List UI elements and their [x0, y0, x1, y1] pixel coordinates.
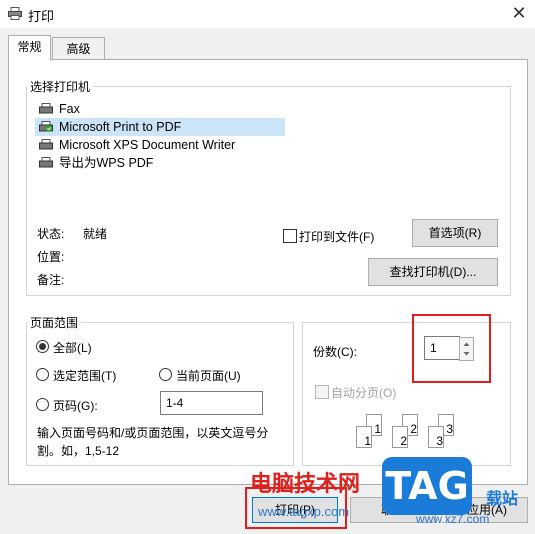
printer-name: Fax — [59, 102, 80, 116]
watermark-url: www.tagxp.com — [258, 504, 350, 519]
printer-item-microsoft-print-to-pdf[interactable]: Microsoft Print to PDF — [35, 118, 285, 136]
pages-input[interactable]: 1-4 — [160, 391, 263, 415]
tab-advanced[interactable]: 高级 — [52, 37, 105, 60]
page-range-hint: 输入页面号码和/或页面范围，以英文逗号分割。如，1,5-12 — [37, 426, 269, 458]
all-pages-radio[interactable] — [36, 340, 49, 353]
collate-label: 自动分页(O) — [331, 386, 397, 400]
printer-item-fax[interactable]: Fax — [35, 100, 285, 118]
status-value: 就绪 — [83, 227, 108, 241]
printer-name: Microsoft XPS Document Writer — [59, 138, 236, 152]
current-page-label: 当前页面(U) — [176, 369, 241, 383]
printer-list[interactable]: Fax Microsoft Print to PDF Microsoft XPS… — [35, 100, 285, 215]
watermark-url-2: www.xz7.com — [416, 512, 490, 526]
selection-radio[interactable] — [36, 368, 49, 381]
default-printer-icon — [39, 121, 53, 132]
location-label: 位置: — [37, 250, 65, 264]
printer-name: 导出为WPS PDF — [59, 156, 154, 170]
collate-illustration: 1 1 2 2 3 3 — [356, 414, 486, 450]
current-page-radio[interactable] — [159, 368, 172, 381]
close-icon[interactable]: ✕ — [510, 3, 528, 23]
printer-icon — [39, 157, 53, 168]
title-bar — [0, 0, 535, 28]
printer-item-wps-pdf[interactable]: 导出为WPS PDF — [35, 154, 285, 172]
printer-icon — [8, 7, 22, 20]
printer-name: Microsoft Print to PDF — [59, 120, 182, 134]
window-title: 打印 — [28, 9, 55, 24]
print-to-file-checkbox[interactable] — [283, 229, 297, 243]
printer-icon — [39, 139, 53, 150]
pages-radio[interactable] — [36, 398, 49, 411]
watermark-site-name: 电脑技术网 — [250, 472, 361, 497]
all-pages-label: 全部(L) — [53, 341, 92, 355]
copies-label: 份数(C): — [313, 345, 357, 359]
watermark-tag-logo: TAG — [382, 457, 472, 515]
page-range-label: 页面范围 — [27, 314, 82, 331]
collate-page: 1 — [356, 426, 372, 448]
status-label: 状态: — [37, 227, 65, 241]
printer-item-microsoft-xps[interactable]: Microsoft XPS Document Writer — [35, 136, 285, 154]
collate-page: 3 — [428, 426, 444, 448]
selection-label: 选定范围(T) — [53, 369, 117, 383]
preferences-button[interactable]: 首选项(R) — [412, 219, 498, 247]
watermark-site-name-2: 载站 — [486, 491, 519, 508]
fax-printer-icon — [39, 103, 53, 114]
comment-label: 备注: — [37, 273, 65, 287]
highlight-box-copies — [412, 314, 491, 383]
print-to-file-label: 打印到文件(F) — [299, 230, 375, 244]
collate-checkbox[interactable] — [315, 385, 329, 399]
pages-label: 页码(G): — [53, 399, 98, 413]
collate-page: 2 — [392, 426, 408, 448]
select-printer-label: 选择打印机 — [27, 78, 94, 95]
tab-general[interactable]: 常规 — [8, 35, 51, 61]
find-printer-button[interactable]: 查找打印机(D)... — [368, 258, 498, 286]
